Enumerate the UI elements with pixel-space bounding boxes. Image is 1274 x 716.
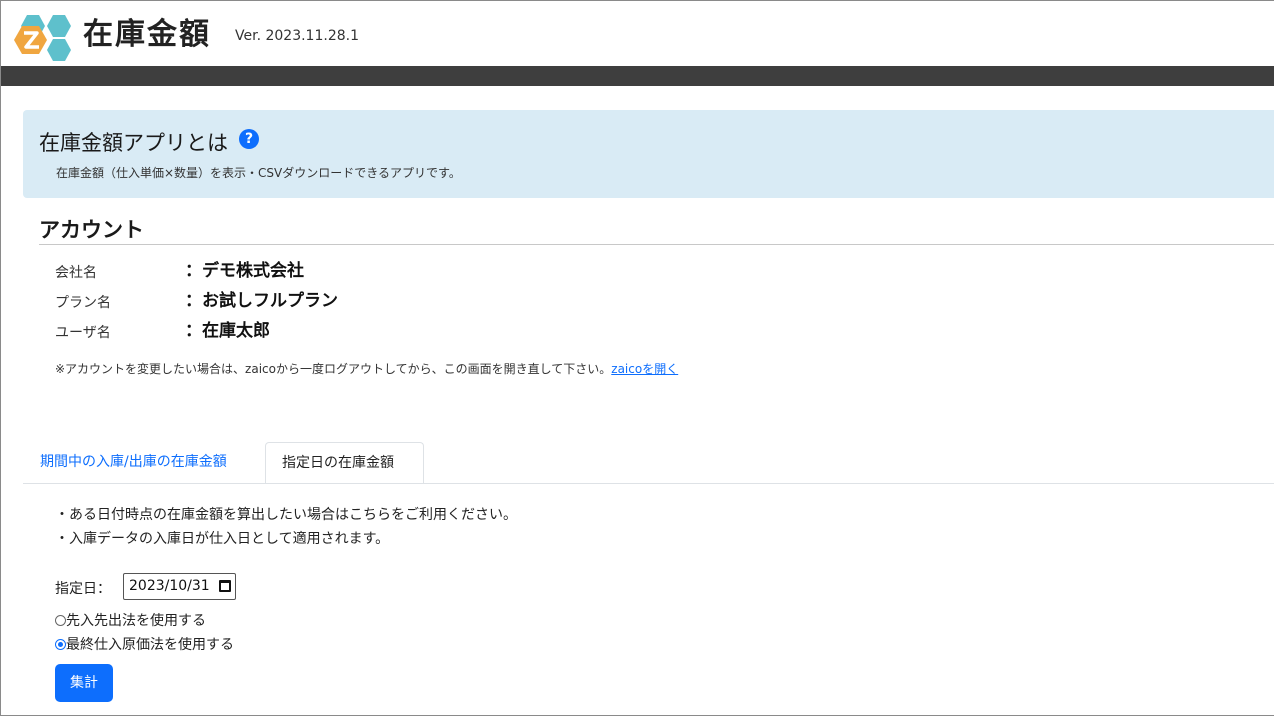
account-row-company: 会社名 ：デモ株式会社 <box>55 256 655 282</box>
fifo-radio[interactable] <box>55 615 66 626</box>
app-header: 在庫金額 Ver. 2023.11.28.1 <box>1 1 1274 66</box>
tab-specified-date[interactable]: 指定日の在庫金額 <box>265 442 424 484</box>
info-panel: 在庫金額アプリとは ? 在庫金額（仕入単価×数量）を表示・CSVダウンロードでき… <box>23 110 1274 198</box>
date-input[interactable]: 2023/10/31 <box>123 573 236 600</box>
open-zaico-link[interactable]: zaicoを開く <box>611 362 678 376</box>
app-frame <box>0 0 1274 716</box>
company-label: 会社名 <box>55 265 97 281</box>
date-label: 指定日： <box>55 581 111 597</box>
date-value: 2023/10/31 <box>129 578 210 594</box>
account-row-plan: プラン名 ：お試しフルプラン <box>55 286 655 312</box>
info-description: 在庫金額（仕入単価×数量）を表示・CSVダウンロードできるアプリです。 <box>56 166 461 180</box>
plan-value: ：お試しフルプラン <box>185 291 338 311</box>
plan-label: プラン名 <box>55 295 111 311</box>
aggregate-button[interactable]: 集計 <box>55 664 113 702</box>
help-icon[interactable]: ? <box>239 129 259 149</box>
account-row-user: ユーザ名 ：在庫太郎 <box>55 316 655 342</box>
info-bullet: ・ある日付時点の在庫金額を算出したい場合はこちらをご利用ください。 <box>55 507 517 523</box>
last-cost-radio[interactable] <box>55 639 66 650</box>
last-cost-option[interactable]: 最終仕入原価法を使用する <box>55 634 234 654</box>
last-cost-label: 最終仕入原価法を使用する <box>66 637 234 653</box>
fifo-option[interactable]: 先入先出法を使用する <box>55 610 206 630</box>
account-heading: アカウント <box>39 218 144 242</box>
zaico-logo-icon <box>14 15 71 61</box>
user-label: ユーザ名 <box>55 325 111 341</box>
tabs-divider <box>23 483 1274 484</box>
account-note: ※アカウントを変更したい場合は、zaicoから一度ログアウトしてから、この画面を… <box>55 360 678 377</box>
account-note-text: ※アカウントを変更したい場合は、zaicoから一度ログアウトしてから、この画面を… <box>55 362 612 376</box>
header-bar <box>1 66 1274 86</box>
calendar-icon[interactable] <box>219 580 231 592</box>
version-label: Ver. 2023.11.28.1 <box>235 28 359 44</box>
app-title: 在庫金額 <box>83 17 211 52</box>
user-value: ：在庫太郎 <box>185 321 270 341</box>
tab-period-inout[interactable]: 期間中の入庫/出庫の在庫金額 <box>24 442 243 483</box>
fifo-label: 先入先出法を使用する <box>66 613 206 629</box>
info-bullet: ・入庫データの入庫日が仕入日として適用されます。 <box>55 531 390 547</box>
info-title: 在庫金額アプリとは <box>39 131 228 155</box>
company-value: ：デモ株式会社 <box>185 261 304 281</box>
account-divider <box>39 244 1274 245</box>
